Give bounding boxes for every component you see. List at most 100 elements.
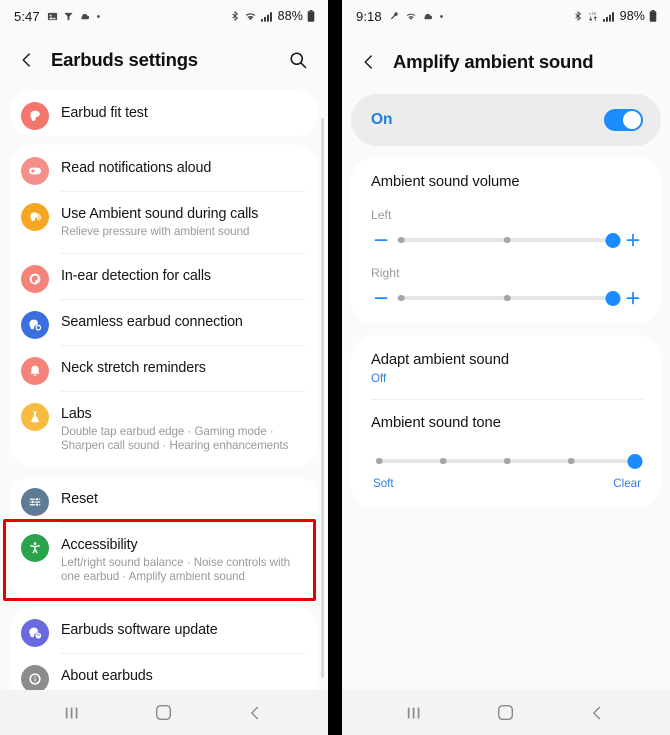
slider-thumb[interactable] <box>605 290 621 306</box>
right-status-bar: 9:18 LTE 98% <box>342 0 670 32</box>
list-item-content: Labs Double tap earbud edge · Gaming mod… <box>61 390 305 467</box>
volume-slider-row-right <box>371 288 643 308</box>
back-icon[interactable] <box>577 697 617 729</box>
list-item-sublabel: Relieve pressure with ambient sound <box>61 225 250 238</box>
wrench-icon <box>389 11 400 22</box>
wifi-icon <box>405 11 417 22</box>
list-item-content: Earbud fit test <box>61 90 305 136</box>
ambient-sound-volume-panel: Ambient sound volume Left Right <box>351 157 661 324</box>
channel-label-right: Right <box>371 266 400 280</box>
divider <box>371 399 643 400</box>
list-item-reset[interactable]: Reset <box>9 476 319 522</box>
list-item-earbuds-software-update[interactable]: Earbuds software update <box>9 607 319 653</box>
notification-read-icon <box>21 157 49 185</box>
settings-group-3: Reset Accessibility Left/right sound bal… <box>9 475 319 598</box>
earbud-fit-icon <box>21 102 49 130</box>
plus-icon[interactable] <box>623 230 643 250</box>
slider-stop <box>503 457 511 465</box>
list-item-sublabel: Left/right sound balance · Noise control… <box>61 555 291 584</box>
section-title-adapt: Adapt ambient sound <box>371 352 509 368</box>
switch-knob <box>623 111 641 129</box>
toggle-state-label: On <box>371 111 393 128</box>
list-item-label: Read notifications aloud <box>61 160 212 176</box>
amplify-ambient-sound-toggle-row[interactable]: On <box>351 94 661 146</box>
list-item-content: Seamless earbud connection <box>61 298 305 345</box>
slider-thumb[interactable] <box>627 453 643 469</box>
slider-stop <box>397 236 405 244</box>
list-item-in-ear-detection-for-calls[interactable]: In-ear detection for calls <box>9 252 319 299</box>
back-icon[interactable] <box>356 49 382 75</box>
bell-icon <box>21 356 49 385</box>
cloud-icon <box>422 11 434 22</box>
signal-icon <box>602 11 615 22</box>
list-item-sublabel: Double tap earbud edge · Gaming mode · S… <box>61 424 289 453</box>
list-item-content: Read notifications aloud <box>61 145 305 191</box>
signal-icon <box>260 11 273 22</box>
recents-icon[interactable] <box>53 697 93 729</box>
settings-group-1: Earbud fit test <box>9 90 319 136</box>
tone-max-label: Clear <box>613 477 641 490</box>
wifi-icon <box>244 11 257 22</box>
slider-thumb[interactable] <box>605 232 621 248</box>
slider-stop <box>503 294 511 302</box>
plus-icon[interactable] <box>623 288 643 308</box>
home-icon[interactable] <box>486 697 526 729</box>
home-icon[interactable] <box>144 697 184 729</box>
status-bar-time: 9:18 <box>356 8 382 24</box>
dot-icon <box>439 14 444 19</box>
vertical-scrollbar[interactable] <box>321 118 324 678</box>
list-item-label: Use Ambient sound during calls <box>61 206 259 222</box>
list-item-content: Use Ambient sound during calls Relieve p… <box>61 191 305 253</box>
volume-slider-right[interactable] <box>397 288 621 308</box>
list-item-content: About earbuds <box>61 652 305 691</box>
right-nav-bar <box>342 690 670 735</box>
list-item-label: Seamless earbud connection <box>61 314 243 330</box>
reset-sliders-icon <box>21 487 49 516</box>
list-item-label: Neck stretch reminders <box>61 360 206 376</box>
battery-percent-label: 88% <box>277 9 303 23</box>
list-item-read-notifications-aloud[interactable]: Read notifications aloud <box>9 145 319 191</box>
image-icon <box>47 11 58 22</box>
slider-stop <box>439 457 447 465</box>
list-item-label: In-ear detection for calls <box>61 268 211 284</box>
list-item-about-earbuds[interactable]: About earbuds <box>9 652 319 691</box>
svg-text:LTE: LTE <box>589 11 597 16</box>
seamless-connect-icon <box>21 310 49 339</box>
list-item-accessibility[interactable]: Accessibility Left/right sound balance ·… <box>9 521 319 598</box>
list-item-seamless-earbud-connection[interactable]: Seamless earbud connection <box>9 298 319 345</box>
channel-label-left: Left <box>371 208 392 222</box>
list-item-content: Reset <box>61 476 305 522</box>
slider-stop <box>397 294 405 302</box>
amplify-ambient-sound-switch[interactable] <box>604 109 643 131</box>
list-item-label: Earbud fit test <box>61 105 148 121</box>
battery-icon <box>649 10 657 22</box>
list-item-content: Accessibility Left/right sound balance ·… <box>61 521 305 598</box>
minus-icon[interactable] <box>371 230 391 250</box>
search-icon[interactable] <box>284 46 312 74</box>
bluetooth-icon <box>230 10 240 22</box>
software-update-icon <box>21 618 49 647</box>
list-item-earbud-fit-test[interactable]: Earbud fit test <box>9 90 319 136</box>
minus-icon[interactable] <box>371 288 391 308</box>
settings-scroll-area[interactable]: Earbud fit test Read notifications aloud <box>0 88 328 690</box>
in-ear-icon <box>21 264 49 293</box>
list-item-content: Neck stretch reminders <box>61 344 305 391</box>
list-item-labs[interactable]: Labs Double tap earbud edge · Gaming mod… <box>9 390 319 467</box>
list-item-neck-stretch-reminders[interactable]: Neck stretch reminders <box>9 344 319 391</box>
recents-icon[interactable] <box>395 697 435 729</box>
list-item-use-ambient-sound-during-calls[interactable]: Use Ambient sound during calls Relieve p… <box>9 191 319 253</box>
settings-group-2: Read notifications aloud Use Ambient sou… <box>9 145 319 467</box>
ambient-sound-tone-slider[interactable] <box>375 451 643 471</box>
lte-icon: LTE <box>587 10 599 22</box>
back-icon[interactable] <box>235 697 275 729</box>
right-phone-screen: 9:18 LTE 98% Amplify ambient sound On Am… <box>342 0 670 735</box>
volume-slider-left[interactable] <box>397 230 621 250</box>
adapt-ambient-sound-row[interactable]: Adapt ambient sound Off <box>371 351 643 385</box>
list-item-label: Earbuds software update <box>61 621 218 638</box>
right-app-bar: Amplify ambient sound <box>342 32 670 92</box>
bluetooth-icon <box>573 10 583 22</box>
section-title-volume: Ambient sound volume <box>371 174 520 190</box>
back-icon[interactable] <box>14 47 40 73</box>
page-title: Amplify ambient sound <box>393 51 594 72</box>
filter-icon <box>63 11 74 22</box>
